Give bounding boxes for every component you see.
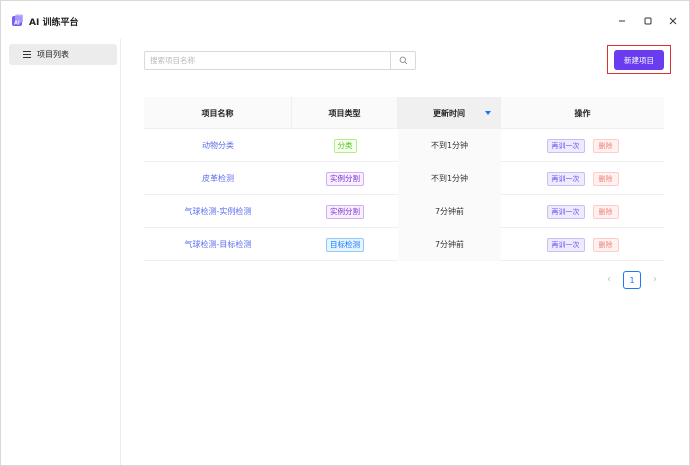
column-header-name: 项目名称 bbox=[144, 97, 292, 129]
title-bar: AI AI 训练平台 bbox=[1, 1, 689, 39]
maximize-button[interactable] bbox=[641, 14, 655, 28]
retrain-button[interactable]: 再训一次 bbox=[546, 237, 585, 252]
delete-button[interactable]: 删除 bbox=[592, 138, 619, 153]
updated-time: 7分钟前 bbox=[398, 228, 501, 261]
menu-icon bbox=[23, 51, 31, 58]
table-header: 项目名称 项目类型 更新时间 操作 bbox=[144, 97, 664, 129]
sort-desc-icon[interactable] bbox=[485, 111, 491, 115]
maximize-icon bbox=[644, 17, 652, 25]
column-header-actions: 操作 bbox=[574, 108, 591, 118]
project-type-tag: 实例分割 bbox=[326, 171, 364, 186]
updated-time: 7分钟前 bbox=[398, 195, 501, 228]
delete-button[interactable]: 删除 bbox=[592, 204, 619, 219]
updated-time: 不到1分钟 bbox=[398, 129, 501, 162]
column-header-updated[interactable]: 更新时间 bbox=[398, 97, 501, 129]
table-row: 气球检测-目标检测 目标检测 7分钟前 再训一次 删除 bbox=[144, 228, 664, 261]
project-type-tag: 目标检测 bbox=[326, 237, 364, 252]
table-row: 气球检测-实例检测 实例分割 7分钟前 再训一次 删除 bbox=[144, 195, 664, 228]
close-button[interactable] bbox=[666, 14, 680, 28]
delete-button[interactable]: 删除 bbox=[592, 171, 619, 186]
project-type-tag: 实例分割 bbox=[326, 204, 364, 219]
new-project-button[interactable]: 新建项目 bbox=[614, 50, 664, 70]
updated-time: 不到1分钟 bbox=[398, 162, 501, 195]
minimize-icon bbox=[619, 20, 625, 22]
search-box bbox=[144, 51, 416, 70]
app-title: AI 训练平台 bbox=[29, 18, 79, 28]
pagination-page-current[interactable]: 1 bbox=[623, 271, 641, 289]
app-logo-icon: AI bbox=[12, 14, 23, 27]
retrain-button[interactable]: 再训一次 bbox=[546, 138, 585, 153]
retrain-button[interactable]: 再训一次 bbox=[546, 204, 585, 219]
sidebar-item-project-list[interactable]: 项目列表 bbox=[9, 44, 117, 65]
app-window: AI AI 训练平台 项目列表 新建项目 bbox=[0, 0, 690, 466]
column-header-updated-label: 更新时间 bbox=[433, 108, 465, 118]
search-icon bbox=[399, 56, 407, 65]
search-button[interactable] bbox=[390, 52, 415, 69]
sidebar-item-label: 项目列表 bbox=[37, 50, 69, 59]
svg-text:AI: AI bbox=[14, 21, 20, 27]
table-row: 动物分类 分类 不到1分钟 再训一次 删除 bbox=[144, 129, 664, 162]
project-type-tag: 分类 bbox=[333, 138, 357, 153]
project-name-link[interactable]: 气球检测-目标检测 bbox=[185, 239, 252, 250]
project-name-link[interactable]: 皮革检测 bbox=[202, 173, 234, 184]
retrain-button[interactable]: 再训一次 bbox=[546, 171, 585, 186]
delete-button[interactable]: 删除 bbox=[592, 237, 619, 252]
project-name-link[interactable]: 动物分类 bbox=[202, 140, 234, 151]
search-input[interactable] bbox=[145, 52, 391, 69]
minimize-button[interactable] bbox=[615, 14, 629, 28]
column-header-type: 项目类型 bbox=[292, 97, 398, 129]
chevron-right-icon[interactable]: › bbox=[650, 275, 660, 285]
close-icon bbox=[669, 17, 677, 25]
table-row: 皮革检测 实例分割 不到1分钟 再训一次 删除 bbox=[144, 162, 664, 195]
sidebar: 项目列表 bbox=[1, 39, 121, 465]
project-name-link[interactable]: 气球检测-实例检测 bbox=[185, 206, 252, 217]
chevron-left-icon[interactable]: ‹ bbox=[604, 275, 614, 285]
